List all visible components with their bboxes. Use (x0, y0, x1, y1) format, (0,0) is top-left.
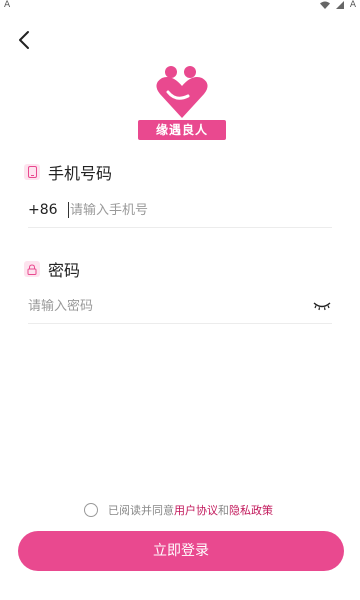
phone-label-row: 手机号码 (24, 160, 112, 184)
status-glyph: A (349, 0, 356, 10)
agreement-row: 已阅读并同意 用户协议 和 隐私政策 (84, 502, 273, 518)
heart-logo-icon (156, 66, 208, 118)
text-cursor (68, 202, 69, 218)
eye-closed-icon (313, 302, 331, 311)
phone-input[interactable] (70, 202, 332, 218)
phone-icon (24, 164, 40, 180)
status-bar: A A (0, 0, 360, 12)
lock-icon (24, 261, 40, 277)
agreement-checkbox[interactable] (84, 503, 98, 517)
country-code[interactable]: +86 (28, 202, 68, 218)
password-input-row (28, 289, 332, 324)
back-arrow-icon (19, 31, 29, 49)
back-button[interactable] (12, 28, 36, 52)
app-logo: 缘遇良人 (138, 62, 226, 140)
password-input[interactable] (28, 298, 312, 314)
agreement-prefix: 已阅读并同意 (108, 504, 174, 517)
wifi-icon (319, 1, 330, 9)
password-label-row: 密码 (24, 257, 80, 281)
phone-input-row: +86 (28, 193, 332, 228)
phone-label: 手机号码 (48, 164, 113, 183)
password-visibility-toggle[interactable] (312, 299, 332, 313)
signal-icon (335, 1, 344, 9)
password-label: 密码 (48, 261, 81, 280)
agreement-and: 和 (218, 504, 229, 517)
user-agreement-link[interactable]: 用户协议 (174, 502, 218, 518)
logo-text: 缘遇良人 (138, 120, 226, 140)
status-icons: A (319, 0, 356, 10)
privacy-policy-link[interactable]: 隐私政策 (229, 502, 273, 518)
status-app-indicator: A (4, 0, 11, 10)
login-button[interactable]: 立即登录 (18, 531, 344, 571)
